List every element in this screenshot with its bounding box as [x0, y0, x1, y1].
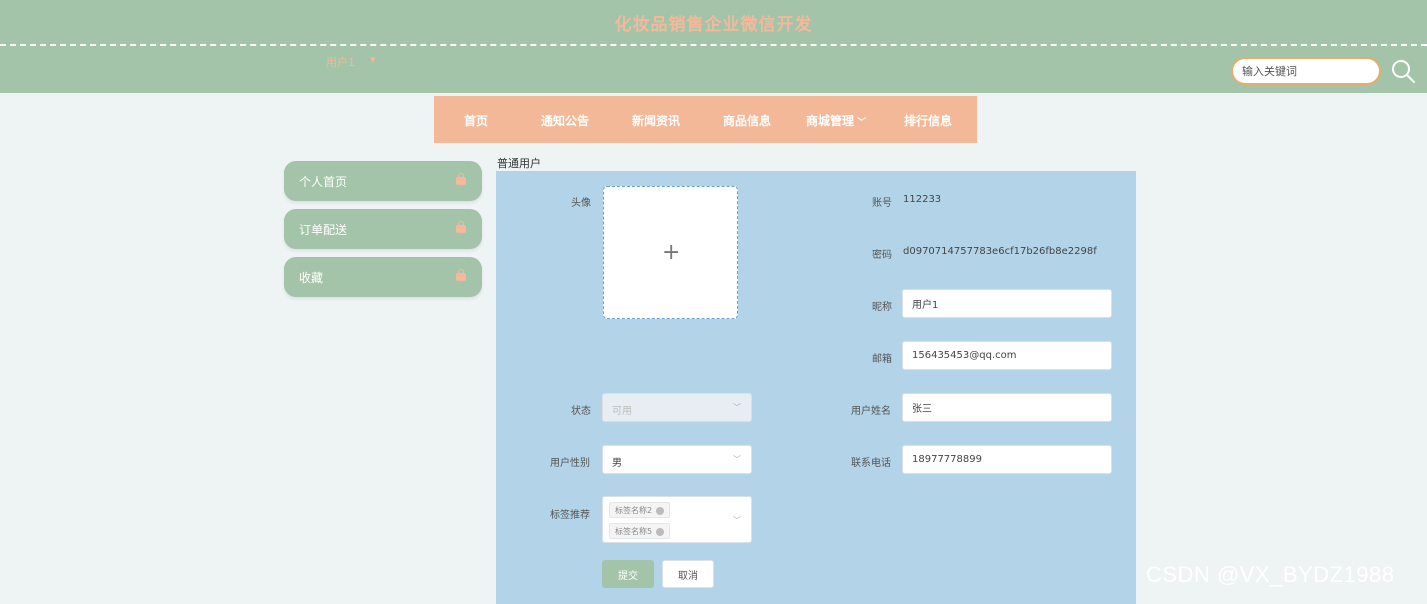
tag-chip: 标签名称2: [609, 502, 671, 518]
profile-form-panel: [496, 171, 1136, 604]
sidebar-item-label: 个人首页: [299, 175, 348, 189]
search-icon[interactable]: [1390, 58, 1416, 84]
sidebar-item-favorites[interactable]: 收藏: [284, 257, 482, 297]
gender-select[interactable]: 男 ﹀: [602, 445, 752, 474]
nav-item-mall-manage-label: 商城管理: [806, 114, 855, 128]
phone-field[interactable]: [902, 445, 1112, 474]
avatar-label: 头像: [571, 198, 591, 209]
submit-button[interactable]: 提交: [602, 560, 654, 588]
nav-item-ranking[interactable]: 排行信息: [904, 112, 952, 129]
nav-item-mall-manage[interactable]: 商城管理 ﹀: [806, 112, 866, 129]
search-input[interactable]: [1231, 57, 1381, 85]
site-header: 化妆品销售企业微信开发 用户1 ▾: [0, 0, 1427, 93]
email-field[interactable]: [902, 341, 1112, 370]
password-value: d0970714757783e6cf17b26fb8e2298f: [903, 246, 1097, 257]
close-icon[interactable]: [656, 506, 665, 515]
chevron-down-icon: ﹀: [733, 403, 741, 412]
chevron-down-icon[interactable]: ▾: [370, 53, 376, 66]
status-label: 状态: [571, 406, 591, 417]
sidebar-item-orders[interactable]: 订单配送: [284, 209, 482, 249]
watermark: CSDN @VX_BYDZ1988: [1146, 562, 1395, 587]
lock-icon: [456, 221, 466, 233]
avatar-upload[interactable]: +: [603, 186, 738, 319]
chevron-down-icon: ﹀: [733, 516, 741, 525]
lock-icon: [456, 269, 466, 281]
chevron-down-icon: ﹀: [857, 118, 867, 128]
page-title: 普通用户: [497, 157, 541, 170]
nickname-label: 昵称: [872, 302, 892, 313]
site-title: 化妆品销售企业微信开发: [614, 15, 813, 35]
nav-item-products[interactable]: 商品信息: [723, 112, 771, 129]
tag-chip: 标签名称5: [609, 523, 671, 539]
plus-icon: +: [662, 240, 681, 265]
realname-field[interactable]: [902, 393, 1112, 422]
main-nav: 首页 通知公告 新闻资讯 商品信息 商城管理 ﹀ 排行信息: [434, 96, 977, 143]
tag-chip-label: 标签名称2: [615, 506, 653, 515]
status-select: 可用 ﹀: [602, 393, 752, 422]
gender-select-value: 男: [612, 458, 622, 469]
email-label: 邮箱: [872, 354, 892, 365]
close-icon[interactable]: [656, 527, 665, 536]
gender-label: 用户性别: [550, 458, 590, 469]
realname-label: 用户姓名: [851, 406, 891, 417]
phone-label: 联系电话: [851, 458, 891, 469]
account-value: 112233: [903, 194, 942, 205]
nav-item-home[interactable]: 首页: [464, 112, 488, 129]
sidebar-item-profile[interactable]: 个人首页: [284, 161, 482, 201]
tags-multiselect[interactable]: 标签名称2 标签名称5 ﹀: [602, 496, 752, 543]
nav-item-news[interactable]: 新闻资讯: [632, 112, 680, 129]
chevron-down-icon: ﹀: [733, 455, 741, 464]
user-menu-link[interactable]: 用户1: [326, 54, 355, 70]
tag-chip-label: 标签名称5: [615, 527, 653, 536]
sidebar-item-label: 收藏: [299, 271, 324, 285]
header-divider: [0, 44, 1427, 46]
account-label: 账号: [872, 198, 892, 209]
status-select-value: 可用: [612, 406, 632, 417]
tags-label: 标签推荐: [550, 510, 590, 521]
password-label: 密码: [872, 250, 892, 261]
cancel-button[interactable]: 取消: [662, 560, 714, 588]
nav-item-notices[interactable]: 通知公告: [541, 112, 589, 129]
lock-icon: [456, 173, 466, 185]
sidebar-item-label: 订单配送: [299, 223, 348, 237]
nickname-field[interactable]: [902, 289, 1112, 318]
